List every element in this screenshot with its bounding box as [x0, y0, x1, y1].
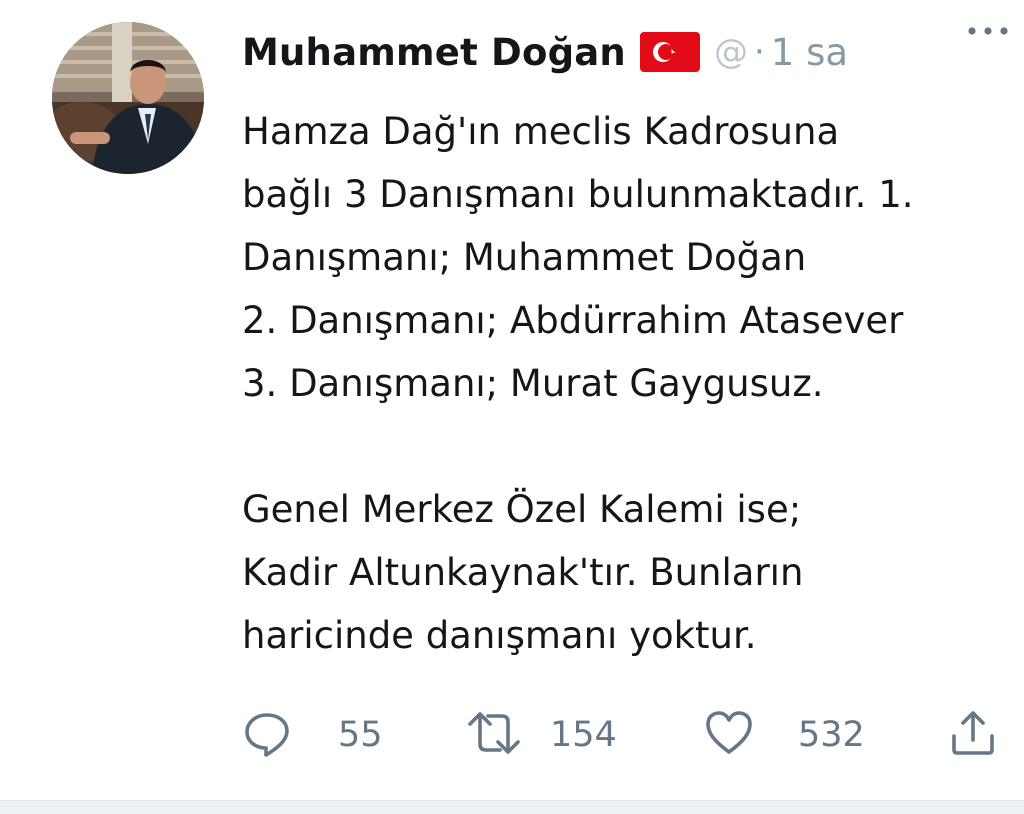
like-button[interactable]: 532 — [704, 705, 865, 765]
tweet-divider — [0, 800, 1024, 814]
reply-count: 55 — [338, 715, 383, 755]
heart-icon — [704, 708, 754, 762]
avatar-photo — [52, 22, 204, 174]
tweet-text-line: Danışmanı; Muhammet Doğan — [242, 236, 807, 279]
reply-icon — [242, 708, 292, 762]
more-dots-icon[interactable] — [958, 16, 1018, 46]
separator: · — [753, 32, 765, 72]
retweet-button[interactable]: 154 — [464, 705, 617, 765]
tweet-text-line: haricinde danışmanı yoktur. — [242, 614, 757, 657]
reply-button[interactable]: 55 — [242, 705, 383, 765]
retweet-count: 154 — [550, 715, 617, 755]
tweet[interactable]: Muhammet Doğan @ · 1 sa Hamza Dağ'ın mec… — [0, 0, 1024, 800]
tweet-text: Hamza Dağ'ın meclis Kadrosuna bağlı 3 Da… — [242, 100, 1012, 667]
timestamp[interactable]: 1 sa — [771, 31, 848, 74]
tweet-header: Muhammet Doğan @ · 1 sa — [242, 22, 1012, 82]
share-icon — [948, 708, 998, 762]
author-name[interactable]: Muhammet Doğan — [242, 31, 626, 74]
tweet-text-line: bağlı 3 Danışmanı bulunmaktadır. 1. — [242, 173, 914, 216]
retweet-icon — [464, 708, 524, 762]
tweet-text-line: Genel Merkez Özel Kalemi ise; — [242, 488, 802, 531]
like-count: 532 — [798, 715, 865, 755]
tweet-text-line: Kadir Altunkaynak'tır. Bunların — [242, 551, 804, 594]
turkey-flag-icon — [639, 32, 700, 72]
avatar[interactable] — [52, 22, 204, 174]
tweet-text-line: Hamza Dağ'ın meclis Kadrosuna — [242, 110, 840, 153]
handle-fragment[interactable]: @ — [714, 32, 748, 72]
tweet-text-line: 2. Danışmanı; Abdürrahim Atasever — [242, 299, 904, 342]
share-button[interactable] — [948, 705, 998, 765]
action-bar: 55 154 532 — [242, 705, 1012, 765]
tweet-text-line: 3. Danışmanı; Murat Gaygusuz. — [242, 362, 824, 405]
